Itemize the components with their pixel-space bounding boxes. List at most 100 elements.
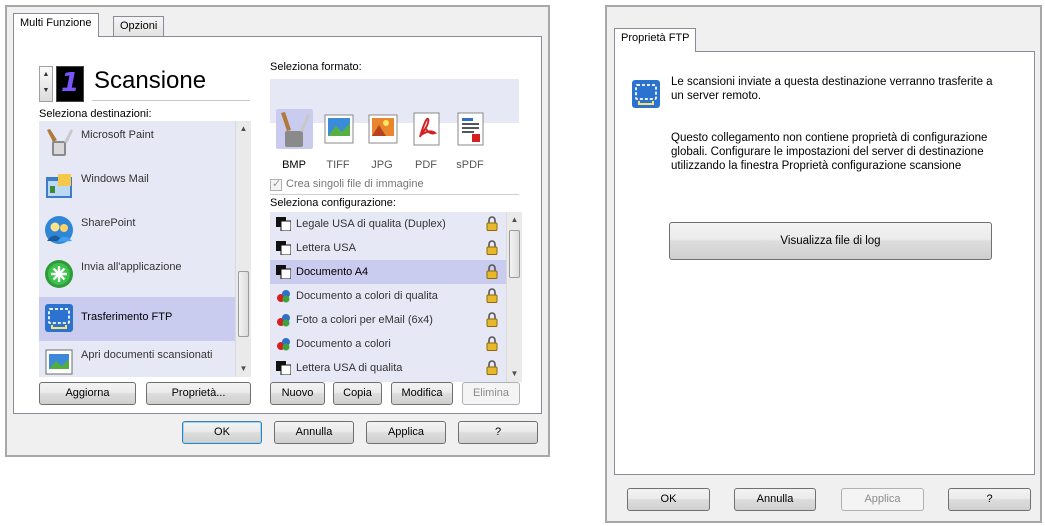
- applica-button[interactable]: Applica: [366, 421, 446, 444]
- format-jpg[interactable]: [364, 109, 401, 149]
- ftp-note: Questo collegamento non contiene proprie…: [671, 132, 988, 172]
- counter-spinner[interactable]: ▲ ▼: [39, 66, 53, 102]
- config-row[interactable]: Lettera USA: [270, 236, 506, 260]
- lock-icon: [486, 216, 498, 231]
- applica-button[interactable]: Applica: [841, 488, 924, 511]
- list-item[interactable]: Windows Mail: [39, 165, 235, 209]
- config-label-text: Lettera USA di qualita: [296, 362, 403, 374]
- ftp-properties-dialog: Proprietà FTP Le scansioni inviate a que…: [605, 5, 1042, 523]
- color-document-icon: [277, 338, 290, 351]
- separator: [270, 194, 519, 195]
- format-spdf[interactable]: [452, 109, 489, 149]
- spdf-format-icon: [457, 112, 484, 146]
- list-item[interactable]: Invia all'applicazione: [39, 253, 235, 297]
- lock-icon: [486, 312, 498, 327]
- destinations-label: Seleziona destinazioni:: [39, 108, 152, 120]
- open-document-icon: [45, 349, 73, 375]
- copia-button[interactable]: Copia: [333, 382, 382, 405]
- config-label-text: Documento a colori: [296, 338, 391, 350]
- lock-icon: [486, 360, 498, 375]
- config-row[interactable]: Legale USA di qualita (Duplex): [270, 212, 506, 236]
- configuration-scrollbar[interactable]: ▲ ▼: [506, 212, 522, 382]
- bw-document-icon: [276, 217, 291, 231]
- elimina-button[interactable]: Elimina: [462, 382, 520, 405]
- ftp-icon: [632, 80, 660, 108]
- title-underline: [92, 100, 250, 101]
- scroll-up-icon[interactable]: ▲: [236, 121, 251, 137]
- config-row[interactable]: Lettera USA di qualita: [270, 356, 506, 380]
- destination-list[interactable]: Microsoft Paint Windows Mail SharePoint …: [39, 121, 251, 377]
- format-bmp[interactable]: [276, 109, 313, 149]
- list-item[interactable]: SharePoint: [39, 209, 235, 253]
- bw-document-icon: [276, 361, 291, 375]
- help-button[interactable]: ?: [458, 421, 538, 444]
- ok-button[interactable]: OK: [627, 488, 710, 511]
- sharepoint-icon: [45, 216, 73, 244]
- single-files-checkbox[interactable]: ✓: [270, 178, 282, 191]
- config-row[interactable]: Foto a colori per eMail (6x4): [270, 308, 506, 332]
- view-log-button[interactable]: Visualizza file di log: [669, 222, 992, 260]
- pdf-format-icon: [413, 112, 440, 146]
- annulla-button[interactable]: Annulla: [734, 488, 816, 511]
- list-item[interactable]: Trasferimento FTP: [39, 297, 235, 341]
- tab-panel: ▲ ▼ 1 Scansione Seleziona destinazioni: …: [13, 36, 542, 414]
- aggiorna-button[interactable]: Aggiorna: [39, 382, 136, 405]
- bw-document-icon: [276, 265, 291, 279]
- title: Scansione: [94, 67, 207, 94]
- scroll-down-icon[interactable]: ▼: [507, 366, 522, 382]
- lock-icon: [486, 336, 498, 351]
- config-label-text: Documento a colori di qualita: [296, 290, 438, 302]
- config-label-text: Lettera USA: [296, 242, 356, 254]
- config-label: Seleziona configurazione:: [270, 197, 396, 209]
- lock-icon: [486, 288, 498, 303]
- destination-label: Microsoft Paint: [81, 129, 154, 141]
- list-item[interactable]: Apri documenti scansionati: [39, 341, 235, 377]
- send-to-app-icon: [45, 260, 73, 288]
- list-item[interactable]: Microsoft Paint: [39, 121, 235, 165]
- spin-down-icon[interactable]: ▼: [40, 87, 52, 94]
- destination-label: Invia all'applicazione: [81, 261, 182, 273]
- multi-function-dialog: Multi Funzione Opzioni ▲ ▼ 1 Scansione S…: [5, 5, 550, 457]
- scrollbar-thumb[interactable]: [509, 230, 520, 278]
- checkmark-icon: ✓: [272, 178, 282, 190]
- format-tiff[interactable]: [320, 109, 357, 149]
- scroll-down-icon[interactable]: ▼: [236, 361, 251, 377]
- tab-opzioni[interactable]: Opzioni: [113, 16, 165, 37]
- jpg-format-icon: [368, 114, 398, 144]
- bmp-format-icon: [281, 112, 310, 147]
- config-label-text: Foto a colori per eMail (6x4): [296, 314, 433, 326]
- single-files-label: Crea singoli file di immagine: [286, 178, 424, 190]
- bw-document-icon: [276, 241, 291, 255]
- destination-label: Windows Mail: [81, 173, 149, 185]
- scrollbar-thumb[interactable]: [238, 271, 249, 337]
- ftp-tab-panel: Le scansioni inviate a questa destinazio…: [614, 51, 1035, 475]
- format-pdf[interactable]: [408, 109, 445, 149]
- config-row[interactable]: Documento a colori: [270, 332, 506, 356]
- modifica-button[interactable]: Modifica: [391, 382, 453, 405]
- config-row[interactable]: Documento A4: [270, 260, 506, 284]
- ok-button[interactable]: OK: [182, 421, 262, 444]
- config-row[interactable]: Documento a colori di qualita: [270, 284, 506, 308]
- config-label-text: Documento A4: [296, 266, 369, 278]
- proprieta-button[interactable]: Proprietà...: [146, 382, 251, 405]
- destination-label: SharePoint: [81, 217, 136, 229]
- tab-proprieta-ftp[interactable]: Proprietà FTP: [614, 28, 697, 52]
- help-button[interactable]: ?: [948, 488, 1031, 511]
- counter-display: 1: [56, 66, 84, 102]
- format-label-jpg: JPG: [371, 159, 393, 171]
- spin-up-icon[interactable]: ▲: [40, 71, 52, 78]
- annulla-button[interactable]: Annulla: [274, 421, 354, 444]
- mail-icon: [46, 174, 72, 198]
- tab-multi-funzione[interactable]: Multi Funzione: [13, 13, 99, 37]
- configuration-list[interactable]: Legale USA di qualita (Duplex) Lettera U…: [270, 212, 522, 382]
- scroll-up-icon[interactable]: ▲: [507, 212, 522, 228]
- color-document-icon: [277, 290, 290, 303]
- config-label-text: Legale USA di qualita (Duplex): [296, 218, 446, 230]
- nuovo-button[interactable]: Nuovo: [270, 382, 325, 405]
- format-label-bmp: BMP: [282, 159, 306, 171]
- ftp-description: Le scansioni inviate a questa destinazio…: [671, 76, 993, 102]
- tiff-format-icon: [324, 114, 354, 144]
- lock-icon: [486, 240, 498, 255]
- destination-scrollbar[interactable]: ▲ ▼: [235, 121, 251, 377]
- lock-icon: [486, 264, 498, 279]
